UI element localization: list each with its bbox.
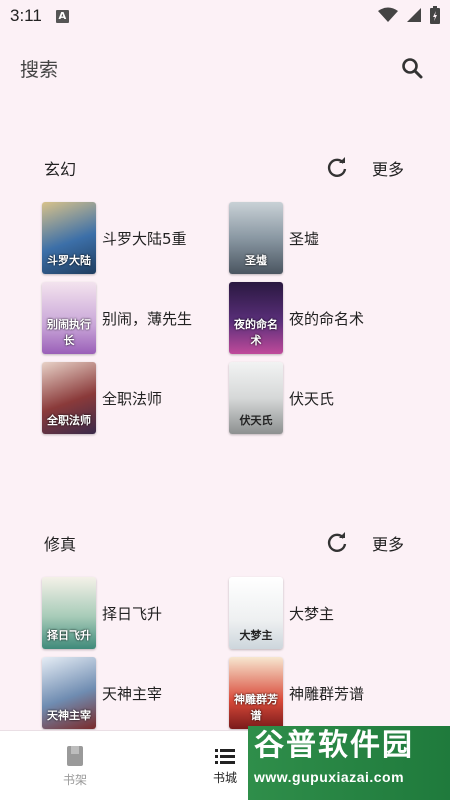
book-cover: 夜的命名术 [229, 282, 283, 354]
refresh-icon [327, 532, 347, 552]
book-item[interactable]: 大梦主 大梦主 [229, 577, 334, 649]
status-time: 3:11 [10, 6, 42, 25]
book-item[interactable]: 夜的命名术 夜的命名术 [229, 282, 364, 354]
notification-icon: A [55, 9, 69, 23]
more-button[interactable]: 更多 [372, 531, 404, 555]
book-item[interactable]: 圣墟 圣墟 [229, 202, 319, 274]
book-cover: 择日飞升 [42, 577, 96, 649]
watermark-title: 谷普软件园 [254, 728, 414, 763]
status-bar: 3:11 A [0, 0, 450, 32]
search-icon [402, 58, 423, 79]
book-title: 伏天氏 [289, 389, 335, 408]
search-button[interactable] [394, 50, 430, 86]
book-item[interactable]: 择日飞升 择日飞升 [42, 577, 162, 649]
section-title: 玄幻 [44, 160, 77, 179]
book-title: 择日飞升 [102, 604, 163, 623]
status-icons [378, 6, 440, 24]
search-input[interactable]: 搜索 [20, 55, 394, 82]
search-bar[interactable]: 搜索 [0, 40, 450, 96]
book-title: 神雕群芳谱 [289, 684, 365, 703]
nav-label: 书架 [62, 772, 87, 787]
book-title: 天神主宰 [102, 684, 163, 703]
wifi-icon [378, 7, 398, 22]
section-title: 修真 [44, 535, 77, 554]
book-item[interactable]: 全职法师 全职法师 [42, 362, 162, 434]
book-item[interactable]: 天神主宰 天神主宰 [42, 657, 162, 729]
book-title: 圣墟 [289, 229, 320, 248]
section-header-xuanhuan: 玄幻 更多 [0, 148, 450, 188]
refresh-button[interactable] [322, 153, 352, 183]
nav-item-bookshelf[interactable]: 书架 [0, 731, 150, 800]
book-item[interactable]: 斗罗大陆 斗罗大陆5重 [42, 202, 187, 274]
watermark-url: www.gupuxiazai.com [254, 769, 405, 785]
book-title: 斗罗大陆5重 [102, 229, 187, 248]
book-title: 别闹，薄先生 [102, 309, 193, 328]
watermark-logo: 谷普软件园 www.gupuxiazai.com [248, 726, 450, 800]
book-cover: 斗罗大陆 [42, 202, 96, 274]
book-cover: 别闹执行长 [42, 282, 96, 354]
book-cover: 神雕群芳谱 [229, 657, 283, 729]
battery-icon [430, 6, 440, 24]
refresh-button[interactable] [322, 528, 352, 558]
book-item[interactable]: 伏天氏 伏天氏 [229, 362, 334, 434]
book-item[interactable]: 神雕群芳谱 神雕群芳谱 [229, 657, 364, 729]
refresh-icon [327, 157, 347, 177]
signal-icon [407, 8, 421, 22]
book-cover: 大梦主 [229, 577, 283, 649]
book-title: 大梦主 [289, 604, 335, 623]
book-item[interactable]: 别闹执行长 别闹，薄先生 [42, 282, 192, 354]
section-header-xiuzhen: 修真 更多 [0, 523, 450, 563]
book-title: 全职法师 [102, 389, 163, 408]
more-button[interactable]: 更多 [372, 156, 404, 180]
list-icon [215, 748, 235, 764]
nav-label: 书城 [212, 770, 237, 785]
book-cover: 全职法师 [42, 362, 96, 434]
book-icon [67, 745, 83, 766]
book-cover: 天神主宰 [42, 657, 96, 729]
book-title: 夜的命名术 [289, 309, 365, 328]
book-cover: 圣墟 [229, 202, 283, 274]
book-cover: 伏天氏 [229, 362, 283, 434]
